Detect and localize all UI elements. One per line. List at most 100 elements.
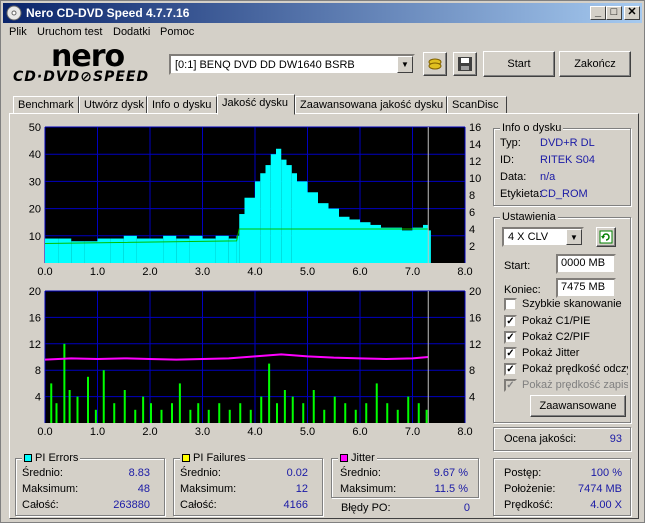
y-left-tick-label: 30: [29, 176, 41, 188]
show-pie-checkbox[interactable]: ✓: [504, 315, 517, 328]
close-window-button[interactable]: ✕: [624, 6, 640, 20]
progress-group: Postęp: 100 % Położenie: 7474 MB Prędkoś…: [493, 458, 631, 516]
pi-failures-swatch: [182, 454, 190, 462]
y-left-tick-label: 10: [29, 231, 41, 243]
drive-select[interactable]: [0:1] BENQ DVD DD DW1640 BSRB ▼: [169, 54, 415, 75]
show-read-speed-checkbox[interactable]: ✓: [504, 363, 517, 376]
tab-disc-info[interactable]: Info o dysku: [147, 96, 217, 114]
area-segment: [286, 165, 292, 263]
chevron-down-icon[interactable]: ▼: [397, 56, 413, 73]
x-tick-label: 7.0: [405, 266, 420, 278]
jitter-swatch: [340, 454, 348, 462]
save-button[interactable]: [453, 52, 477, 76]
quality-score-value: 93: [609, 433, 622, 445]
bar: [407, 396, 410, 423]
pif-total-value: 4166: [283, 499, 308, 511]
tab-benchmark[interactable]: Benchmark: [13, 96, 79, 114]
area-segment: [45, 238, 59, 263]
tab-disc-quality[interactable]: Jakość dysku: [217, 94, 295, 115]
x-tick-label: 7.0: [405, 426, 420, 438]
y-left-tick-label: 20: [29, 204, 41, 216]
area-segment: [276, 148, 282, 263]
end-field[interactable]: 7475 MB: [556, 278, 616, 298]
bar: [178, 383, 181, 423]
x-tick-label: 0.0: [37, 426, 52, 438]
x-tick-label: 3.0: [195, 266, 210, 278]
finish-button[interactable]: Zakończ: [559, 51, 631, 77]
tab-advanced-quality[interactable]: Zaawansowana jakość dysku: [295, 96, 447, 114]
bar: [171, 403, 173, 423]
menu-plik[interactable]: Plik: [9, 26, 27, 38]
pie-total-value: 263880: [113, 499, 150, 511]
y-right-tick-label: 8: [469, 365, 475, 377]
area-segment: [291, 173, 297, 263]
area-segment: [244, 197, 255, 263]
minimize-button[interactable]: _: [590, 6, 606, 20]
bar: [55, 403, 58, 423]
x-tick-label: 8.0: [457, 266, 472, 278]
disc-date-value: n/a: [540, 171, 556, 183]
menu-dodatki[interactable]: Dodatki: [113, 26, 150, 38]
menu-pomoc[interactable]: Pomoc: [160, 26, 194, 38]
bar: [260, 396, 263, 423]
y-right-tick-label: 8: [469, 190, 475, 202]
pi-errors-title: PI Errors: [22, 452, 81, 464]
show-jitter-label: Pokaż Jitter: [522, 347, 580, 359]
advanced-button[interactable]: Zaawansowane: [530, 395, 626, 417]
y-right-tick-label: 16: [469, 122, 481, 134]
bar: [87, 376, 89, 423]
pi-failures-title: PI Failures: [180, 452, 248, 464]
y-right-tick-label: 12: [469, 339, 481, 351]
area-segment: [215, 235, 229, 263]
maximize-button[interactable]: □: [606, 6, 622, 20]
refresh-button[interactable]: [596, 227, 616, 247]
pif-max-label: Maksimum:: [180, 483, 237, 495]
disc-type-value: DVD+R DL: [540, 137, 595, 149]
bar: [228, 409, 231, 423]
area-segment: [123, 235, 137, 263]
start-field[interactable]: 0000 MB: [556, 254, 616, 274]
area-segment: [176, 238, 190, 263]
area-segment: [297, 181, 308, 263]
bar: [344, 403, 347, 423]
bar: [323, 409, 326, 423]
area-segment: [318, 203, 329, 263]
x-tick-label: 8.0: [457, 426, 472, 438]
disc-info-button[interactable]: [423, 52, 447, 76]
bar: [160, 409, 163, 423]
show-pif-checkbox[interactable]: ✓: [504, 331, 517, 344]
area-segment: [71, 241, 85, 263]
pi-failures-group: PI Failures Średnio: 0.02 Maksimum: 12 C…: [173, 452, 323, 516]
bar: [63, 343, 66, 423]
y-right-tick-label: 16: [469, 312, 481, 324]
bar: [365, 403, 368, 423]
disc-date-label: Data:: [500, 171, 527, 183]
jitter-max-value: 11.5 %: [434, 483, 468, 495]
disc-info-title: Info o dysku: [500, 122, 564, 134]
tab-scandisc[interactable]: ScanDisc: [447, 96, 507, 114]
chevron-down-icon[interactable]: ▼: [566, 229, 582, 245]
area-segment: [163, 235, 177, 263]
pif-max-value: 12: [295, 483, 308, 495]
area-segment: [265, 165, 271, 263]
pi-errors-swatch: [24, 454, 32, 462]
bar: [396, 409, 399, 423]
bar: [218, 403, 221, 423]
bar: [239, 403, 242, 423]
show-jitter-checkbox[interactable]: ✓: [504, 347, 517, 360]
end-label: Koniec:: [504, 284, 541, 296]
menu-uruchom-test[interactable]: Uruchom test: [37, 26, 102, 38]
show-pif-label: Pokaż C2/PIF: [522, 331, 590, 343]
fast-scan-checkbox[interactable]: [504, 298, 517, 311]
start-button[interactable]: Start: [483, 51, 555, 77]
bar: [302, 403, 305, 423]
area-segment: [423, 224, 429, 263]
title-bar[interactable]: Nero CD-DVD Speed 4.7.7.16 _ □ ✕: [3, 3, 642, 23]
y-right-tick-label: 6: [469, 207, 475, 219]
speed-select[interactable]: 4 X CLV ▼: [502, 227, 584, 247]
bar: [189, 409, 192, 423]
bar: [291, 396, 294, 423]
tab-create-disc[interactable]: Utwórz dysk: [79, 96, 147, 114]
jitter-group: Jitter Średnio: 9.67 % Maksimum: 11.5 %: [331, 452, 479, 498]
x-tick-label: 3.0: [195, 426, 210, 438]
